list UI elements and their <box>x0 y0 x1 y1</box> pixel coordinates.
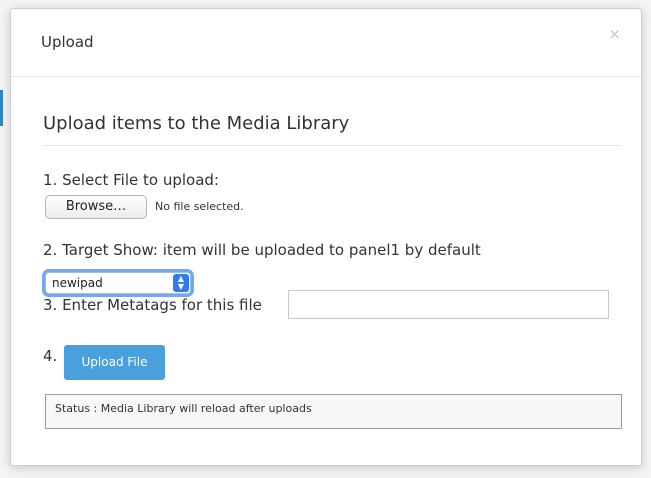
target-show-selected-value: newipad <box>52 276 103 290</box>
no-file-selected-text: No file selected. <box>155 200 244 213</box>
browse-button[interactable]: Browse… <box>45 195 147 219</box>
step1-label: 1. Select File to upload: <box>43 171 219 189</box>
upload-modal: Upload × Upload items to the Media Libra… <box>10 8 642 466</box>
page: Upload × Upload items to the Media Libra… <box>0 0 651 478</box>
status-text: Status : Media Library will reload after… <box>55 402 312 415</box>
background-edge-accent <box>0 90 3 126</box>
chevron-up-down-icon: ▲ ▼ <box>173 274 189 292</box>
upload-file-button[interactable]: Upload File <box>64 345 165 380</box>
metatags-input[interactable] <box>288 290 609 319</box>
step3-label: 3. Enter Metatags for this file <box>43 296 262 314</box>
modal-header: Upload × <box>11 9 641 77</box>
close-icon[interactable]: × <box>608 27 621 42</box>
modal-title: Upload <box>41 33 94 51</box>
section-heading: Upload items to the Media Library <box>43 113 350 134</box>
step4-label: 4. <box>43 347 58 365</box>
step2-label: 2. Target Show: item will be uploaded to… <box>43 241 481 259</box>
target-show-select[interactable]: newipad ▲ ▼ <box>45 272 191 294</box>
heading-divider <box>43 145 621 146</box>
status-box: Status : Media Library will reload after… <box>45 394 622 429</box>
